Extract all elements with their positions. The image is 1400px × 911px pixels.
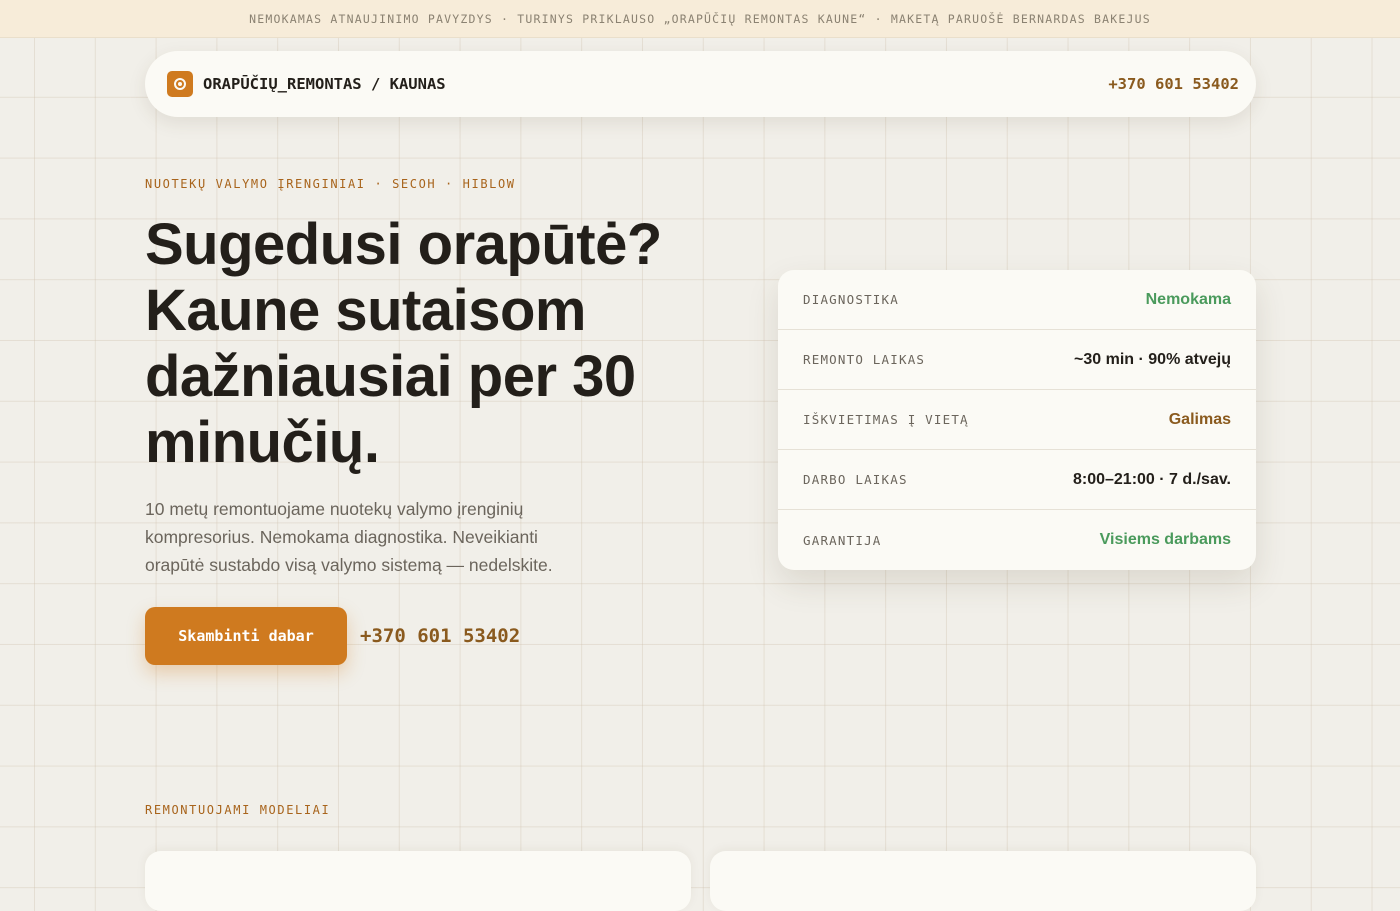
info-value: Visiems darbams bbox=[1099, 531, 1231, 548]
info-value: ~30 min · 90% atvejų bbox=[1074, 350, 1231, 368]
info-row-repair-time: REMONTO LAIKAS ~30 min · 90% atvejų bbox=[778, 330, 1256, 390]
hero-eyebrow: NUOTEKŲ VALYMO ĮRENGINIAI · SECOH · HIBL… bbox=[145, 177, 516, 191]
models-eyebrow: REMONTUOJAMI MODELIAI bbox=[145, 803, 331, 817]
brand[interactable]: ORAPŪČIŲ_REMONTAS / KAUNAS bbox=[167, 71, 446, 97]
info-row-callout: IŠKVIETIMAS Į VIETĄ Galimas bbox=[778, 390, 1256, 450]
hero-phone-link[interactable]: +370 601 53402 bbox=[360, 625, 520, 647]
info-row-working-hours: DARBO LAIKAS 8:00–21:00 · 7 d./sav. bbox=[778, 450, 1256, 510]
target-icon bbox=[167, 71, 193, 97]
top-banner-text: NEMOKAMAS ATNAUJINIMO PAVYZDYS · TURINYS… bbox=[249, 11, 1151, 26]
hero-description: 10 metų remontuojame nuotekų valymo įren… bbox=[145, 499, 553, 575]
call-now-button[interactable]: Skambinti dabar bbox=[145, 607, 347, 665]
navbar: ORAPŪČIŲ_REMONTAS / KAUNAS +370 601 5340… bbox=[145, 51, 1256, 117]
info-value: 8:00–21:00 · 7 d./sav. bbox=[1072, 470, 1231, 488]
info-row-diagnostics: DIAGNOSTIKA Nemokama bbox=[778, 270, 1256, 330]
model-card[interactable] bbox=[710, 851, 1256, 911]
cta-row: Skambinti dabar +370 601 53402 bbox=[145, 607, 520, 665]
info-label: DIAGNOSTIKA bbox=[803, 292, 899, 307]
top-banner: NEMOKAMAS ATNAUJINIMO PAVYZDYS · TURINYS… bbox=[0, 0, 1400, 38]
service-info-card: DIAGNOSTIKA Nemokama REMONTO LAIKAS ~30 … bbox=[778, 270, 1256, 570]
model-card[interactable] bbox=[145, 851, 691, 911]
info-value: Nemokama bbox=[1145, 290, 1231, 308]
info-label: REMONTO LAIKAS bbox=[803, 352, 926, 367]
brand-name: ORAPŪČIŲ_REMONTAS / KAUNAS bbox=[203, 75, 446, 93]
info-label: GARANTIJA bbox=[803, 532, 882, 548]
info-value: Galimas bbox=[1168, 410, 1231, 428]
info-row-warranty: GARANTIJA Visiems darbams bbox=[778, 510, 1256, 570]
hero-title: Sugedusi orapūtė? Kaune sutaisom dažniau… bbox=[145, 212, 662, 475]
info-label: IŠKVIETIMAS Į VIETĄ bbox=[803, 412, 969, 427]
nav-phone-link[interactable]: +370 601 53402 bbox=[1108, 75, 1239, 93]
info-label: DARBO LAIKAS bbox=[803, 472, 908, 487]
